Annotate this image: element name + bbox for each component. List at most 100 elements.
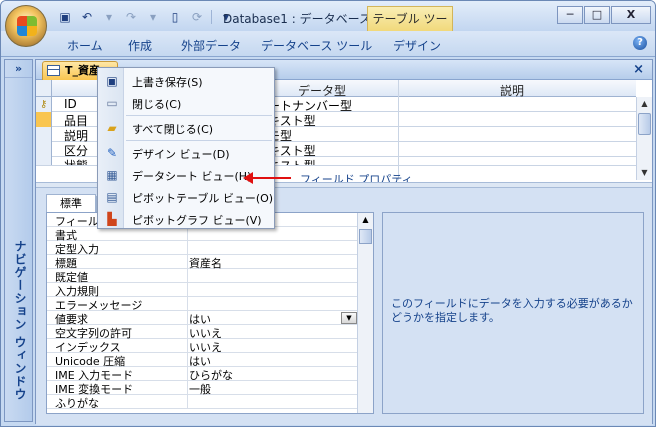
nav-pane-label[interactable]: ナビゲーション ウィンドウ — [12, 240, 29, 401]
properties-grid: フィールドサイズ 書式 定型入力 標題資産名 既定値 入力規則 エラーメッセージ… — [46, 212, 374, 414]
tab-create[interactable]: 作成 — [128, 37, 152, 54]
property-row[interactable]: 既定値 — [47, 269, 359, 283]
field-type[interactable]: キスト型 — [268, 157, 316, 165]
property-row[interactable]: エラーメッセージ — [47, 297, 359, 311]
menu-item-save[interactable]: ▣ 上書き保存(S) — [98, 70, 274, 92]
menu-item-close[interactable]: ▭ 閉じる(C) — [98, 92, 274, 114]
redo-icon[interactable]: ↷ — [123, 9, 139, 25]
property-label: IME 変換モード — [55, 383, 134, 395]
row-selector[interactable] — [36, 112, 52, 127]
property-row[interactable]: 定型入力 — [47, 241, 359, 255]
maximize-button[interactable]: □ — [584, 6, 610, 24]
tab-database-tools[interactable]: データベース ツール — [261, 37, 372, 54]
property-label: Unicode 圧縮 — [55, 355, 126, 367]
new-document-icon[interactable]: ▯ — [167, 9, 183, 25]
scroll-up-icon[interactable]: ▲ — [637, 97, 652, 111]
property-label: 標題 — [55, 257, 77, 269]
scroll-thumb[interactable] — [638, 113, 651, 135]
navigation-pane: » ナビゲーション ウィンドウ — [4, 59, 33, 422]
close-doc-icon: ▭ — [106, 96, 118, 110]
refresh-icon[interactable]: ⟳ — [189, 9, 205, 25]
row-selector[interactable] — [36, 127, 52, 142]
pivot-table-icon: ▤ — [106, 190, 118, 204]
save-icon[interactable]: ▣ — [57, 9, 73, 25]
property-help-text: このフィールドにデータを入力する必要があるかどうかを指定します。 — [391, 297, 633, 324]
qat-separator — [211, 10, 212, 24]
document-tab-context-menu: ▣ 上書き保存(S) ▭ 閉じる(C) ▰ すべて閉じる(C) ✎ デザイン ビ… — [97, 67, 275, 229]
undo-icon[interactable]: ↶ — [79, 9, 95, 25]
property-row[interactable]: Unicode 圧縮 はい — [47, 353, 359, 368]
scroll-up-icon[interactable]: ▲ — [358, 213, 373, 227]
field-name[interactable]: ID — [64, 97, 77, 111]
menu-item-label: データシート ビュー(H) — [132, 170, 252, 183]
tab-design[interactable]: デザイン — [393, 37, 441, 54]
property-row[interactable]: IME 変換モード 一般 — [47, 381, 359, 396]
primary-key-icon: ⚷ — [40, 99, 48, 110]
window-title: Database1 : データベース ... — [223, 12, 387, 26]
header-selector[interactable] — [36, 80, 52, 96]
property-label: 既定値 — [55, 271, 88, 283]
row-selector[interactable]: ⚷ — [36, 97, 52, 112]
menu-item-pivot-table[interactable]: ▤ ピボットテーブル ビュー(O) — [98, 186, 274, 208]
table-tools-context-tab: テーブル ツール — [367, 6, 453, 50]
annotation-arrow-line — [251, 177, 291, 179]
property-label: インデックス — [55, 341, 121, 353]
tab-home[interactable]: ホーム — [67, 37, 103, 54]
property-row[interactable]: 標題 資産名 — [47, 255, 359, 270]
property-row[interactable]: 入力規則 — [47, 283, 359, 297]
property-label: IME 入力モード — [55, 369, 134, 381]
close-button[interactable]: X — [611, 6, 651, 24]
pivot-chart-icon: ▙ — [107, 212, 117, 226]
property-label: 空文字列の許可 — [55, 327, 132, 339]
undo-dropdown-icon[interactable]: ▾ — [101, 9, 117, 25]
redo-dropdown-icon[interactable]: ▾ — [145, 9, 161, 25]
menu-item-design-view[interactable]: ✎ デザイン ビュー(D) — [98, 142, 274, 164]
row-selector[interactable] — [36, 142, 52, 157]
property-row[interactable]: 空文字列の許可 いいえ — [47, 325, 359, 340]
scroll-down-icon[interactable]: ▼ — [637, 166, 652, 180]
menu-separator — [126, 115, 272, 116]
dropdown-arrow-icon[interactable]: ▼ — [341, 312, 357, 324]
menu-item-label: ピボットグラフ ビュー(V) — [132, 214, 262, 227]
minimize-button[interactable]: ─ — [557, 6, 583, 24]
document-tab-label: T_資産 — [65, 64, 101, 77]
access-window: ▣ ↶ ▾ ↷ ▾ ▯ ⟳ ▾ Database1 : データベース ... テ… — [0, 0, 656, 427]
row-selector[interactable] — [36, 157, 52, 165]
menu-item-label: 上書き保存(S) — [132, 76, 203, 89]
property-label: 定型入力 — [55, 243, 99, 255]
scroll-thumb[interactable] — [359, 229, 372, 244]
office-button[interactable] — [5, 5, 47, 47]
tab-external-data[interactable]: 外部データ — [181, 37, 241, 54]
title-bar: ▣ ↶ ▾ ↷ ▾ ▯ ⟳ ▾ Database1 : データベース ... テ… — [1, 1, 655, 50]
document-close-icon[interactable]: × — [633, 62, 644, 77]
menu-item-label: ピボットテーブル ビュー(O) — [132, 192, 274, 205]
menu-item-pivot-chart[interactable]: ▙ ピボットグラフ ビュー(V) — [98, 208, 274, 230]
save-icon: ▣ — [106, 74, 118, 88]
menu-item-label: 閉じる(C) — [132, 98, 182, 111]
menu-item-label: すべて閉じる(C) — [132, 123, 214, 136]
menu-item-close-all[interactable]: ▰ すべて閉じる(C) — [98, 117, 274, 139]
folder-icon: ▰ — [107, 121, 117, 135]
properties-scrollbar[interactable]: ▲ — [357, 213, 373, 413]
window-controls: ─ □ X — [557, 6, 651, 24]
property-help-box: このフィールドにデータを入力する必要があるかどうかを指定します。 — [382, 212, 644, 414]
menu-separator — [126, 140, 272, 141]
office-logo-icon — [17, 16, 37, 36]
property-row[interactable]: インデックス いいえ — [47, 339, 359, 354]
help-icon[interactable]: ? — [633, 36, 647, 50]
property-row[interactable]: IME 入力モード ひらがな — [47, 367, 359, 382]
property-label: ふりがな — [55, 397, 99, 409]
tab-general[interactable]: 標準 — [46, 194, 96, 212]
quick-access-toolbar: ▣ ↶ ▾ ↷ ▾ ▯ ⟳ ▾ — [55, 8, 234, 26]
property-row[interactable]: 値要求 はい ▼ — [47, 311, 359, 326]
property-label: 値要求 — [55, 313, 88, 325]
field-grid-scrollbar[interactable]: ▲ ▼ — [636, 97, 652, 180]
ribbon-tabs: ホーム 作成 外部データ データベース ツール デザイン ? — [1, 31, 655, 57]
datasheet-icon: ▦ — [106, 168, 118, 182]
field-name[interactable]: 状態 — [64, 157, 88, 165]
nav-expand-button[interactable]: » — [5, 60, 32, 78]
menu-item-label: デザイン ビュー(D) — [132, 148, 230, 161]
property-label: エラーメッセージ — [55, 299, 143, 311]
property-row[interactable]: ふりがな — [47, 395, 359, 409]
design-view-icon: ✎ — [106, 146, 118, 160]
